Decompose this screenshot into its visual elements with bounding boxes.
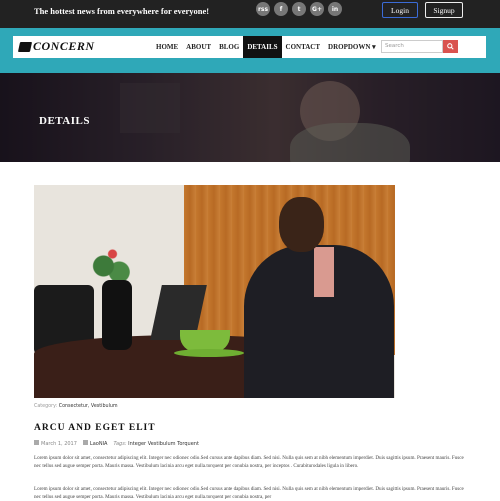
category-links[interactable]: Consectetur, Vestibulum [59, 404, 118, 409]
post-image [34, 185, 395, 398]
image-shirt [314, 247, 334, 297]
post-category: Category: Consectetur, Vestibulum [34, 404, 118, 409]
nav-item-home[interactable]: HOME [152, 36, 182, 58]
main-menu: HOME ABOUT BLOG DETAILS CONTACT DROPDOWN… [152, 36, 380, 58]
twitter-icon[interactable]: t [292, 2, 306, 16]
login-button[interactable]: Login [382, 2, 418, 18]
nav-item-blog[interactable]: BLOG [215, 36, 243, 58]
facebook-icon[interactable]: f [274, 2, 288, 16]
image-saucer [174, 349, 244, 357]
logo[interactable]: CONCERN [17, 39, 95, 54]
tagline: The hottest news from everywhere for eve… [34, 6, 210, 16]
post-meta: March 1, 2017 LaoNIA Tags: Integer Vesti… [34, 440, 199, 447]
top-bar: The hottest news from everywhere for eve… [0, 0, 500, 28]
signup-button[interactable]: Signup [425, 2, 463, 18]
image-head [279, 197, 324, 252]
linkedin-icon[interactable]: in [328, 2, 342, 16]
main-navbar: CONCERN HOME ABOUT BLOG DETAILS CONTACT … [13, 36, 486, 58]
search-button[interactable] [443, 40, 458, 53]
search-icon [447, 43, 454, 50]
post-title: ARCU AND EGET ELIT [34, 423, 156, 433]
book-icon [17, 41, 33, 52]
logo-text: CONCERN [33, 39, 95, 53]
post-author[interactable]: LaoNIA [82, 440, 108, 447]
nav-item-details[interactable]: DETAILS [243, 36, 282, 58]
user-icon [82, 440, 88, 445]
post-date-text: March 1, 2017 [41, 441, 77, 447]
tags-links[interactable]: Integer Vestibulum Torquent [128, 441, 199, 447]
post-date: March 1, 2017 [34, 440, 77, 447]
post-tags: Tags: Integer Vestibulum Torquent [113, 441, 198, 447]
image-vase [102, 280, 132, 350]
page-title: DETAILS [39, 115, 90, 127]
google-plus-icon[interactable]: G+ [310, 2, 324, 16]
tags-label: Tags: [113, 440, 127, 447]
nav-item-dropdown[interactable]: DROPDOWN ▾ [324, 36, 380, 58]
hero-banner: DETAILS [0, 73, 500, 162]
category-label: Category: [34, 404, 58, 409]
search-input[interactable]: Search [381, 40, 443, 53]
nav-item-contact[interactable]: CONTACT [282, 36, 324, 58]
social-links: rss f t G+ in [256, 2, 342, 16]
rss-icon[interactable]: rss [256, 2, 270, 16]
calendar-icon [34, 440, 39, 445]
nav-item-about[interactable]: ABOUT [182, 36, 215, 58]
post-paragraph: Lorem ipsum dolor sit amet, consectetur … [34, 455, 464, 469]
post-author-text: LaoNIA [89, 441, 108, 447]
post-paragraph: Lorem ipsum dolor sit amet, consectetur … [34, 486, 464, 500]
